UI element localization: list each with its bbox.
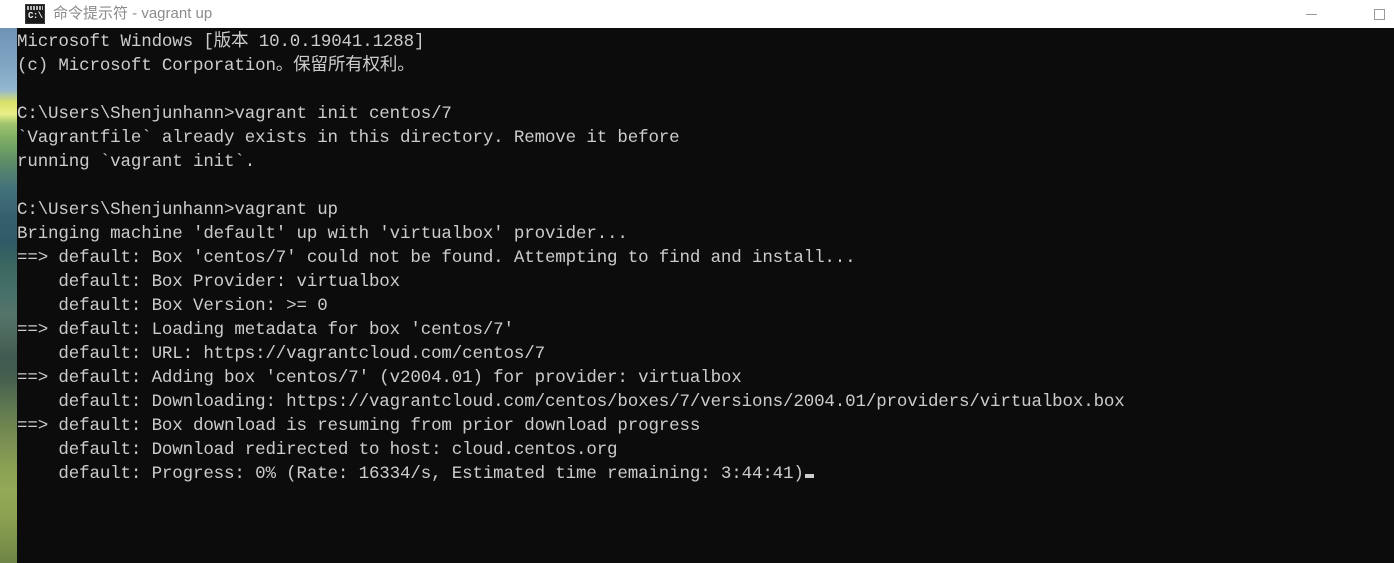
- window-title: 命令提示符 - vagrant up: [53, 5, 213, 22]
- console-line: ==> default: Box 'centos/7' could not be…: [17, 248, 856, 268]
- console-line: running `vagrant init`.: [17, 152, 256, 172]
- console-line: default: URL: https://vagrantcloud.com/c…: [17, 344, 545, 364]
- console-line: default: Download redirected to host: cl…: [17, 440, 618, 460]
- title-bar[interactable]: C:\ 命令提示符 - vagrant up: [0, 0, 1394, 28]
- console-output-area[interactable]: Microsoft Windows [版本 10.0.19041.1288] (c…: [17, 28, 1394, 563]
- console-line: ==> default: Adding box 'centos/7' (v200…: [17, 368, 742, 388]
- console-line: Microsoft Windows [版本 10.0.19041.1288]: [17, 32, 425, 52]
- console-line: `Vagrantfile` already exists in this dir…: [17, 128, 680, 148]
- minimize-icon: [1305, 13, 1317, 15]
- console-line: default: Progress: 0% (Rate: 16334/s, Es…: [17, 462, 1125, 486]
- console-line: C:\Users\Shenjunhann>vagrant init centos…: [17, 104, 452, 124]
- console-text-buffer: Microsoft Windows [版本 10.0.19041.1288] (c…: [17, 30, 1125, 486]
- desktop-wallpaper-strip: [0, 28, 17, 563]
- cmd-icon[interactable]: C:\: [25, 4, 45, 24]
- console-line: ==> default: Loading metadata for box 'c…: [17, 320, 514, 340]
- cmd-icon-titlebar-strip: [27, 6, 43, 10]
- cmd-icon-prompt-text: C:\: [28, 11, 43, 21]
- console-line: Bringing machine 'default' up with 'virt…: [17, 224, 628, 244]
- console-line: default: Downloading: https://vagrantclo…: [17, 392, 1125, 412]
- minimize-button[interactable]: [1288, 0, 1334, 28]
- command-prompt-window: C:\ 命令提示符 - vagrant up Microsoft Windows…: [0, 0, 1394, 563]
- maximize-button[interactable]: [1356, 0, 1394, 28]
- console-line: (c) Microsoft Corporation。保留所有权利。: [17, 56, 415, 76]
- maximize-icon: [1373, 8, 1385, 20]
- console-line: default: Box Provider: virtualbox: [17, 272, 401, 292]
- console-line: ==> default: Box download is resuming fr…: [17, 416, 701, 436]
- text-cursor: [804, 474, 814, 478]
- console-line: C:\Users\Shenjunhann>vagrant up: [17, 200, 338, 220]
- console-line: default: Box Version: >= 0: [17, 296, 328, 316]
